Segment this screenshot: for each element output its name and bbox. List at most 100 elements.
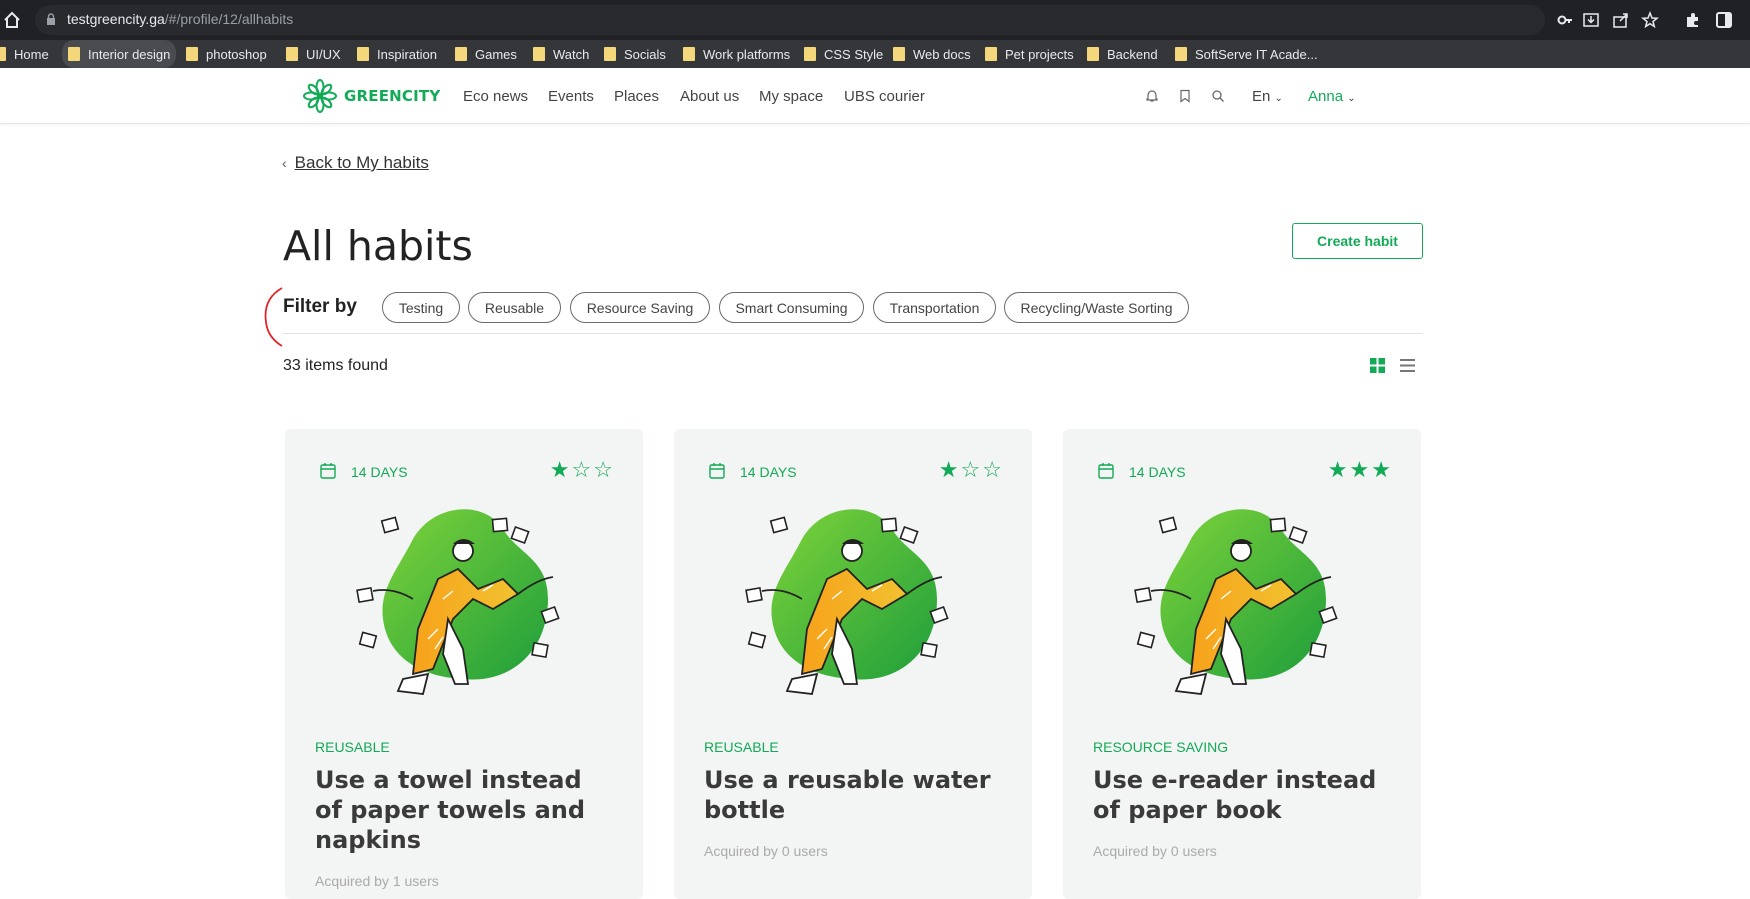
nav-my-space[interactable]: My space (759, 88, 823, 105)
bookmark-item[interactable]: Interior design (62, 40, 177, 68)
bookmark-item[interactable]: Home (0, 40, 49, 68)
bookmark-item[interactable]: Socials (604, 40, 666, 68)
bookmark-label: Work platforms (703, 46, 791, 62)
filter-chip-smart-consuming[interactable]: Smart Consuming (719, 292, 864, 323)
star-filled-icon: ★ (549, 458, 570, 483)
habit-card[interactable]: 14 DAYS ★ ★ ★ RESOURCE SAVING Use e-reader… (1063, 429, 1421, 899)
extensions-icon[interactable] (1684, 11, 1702, 29)
install-icon[interactable] (1582, 11, 1600, 29)
star-filled-icon: ★ (1327, 458, 1348, 483)
habit-title[interactable]: Use a reusable water bottle (704, 765, 1004, 825)
star-empty-icon: ☆ (571, 458, 592, 483)
star-empty-icon: ☆ (960, 458, 981, 483)
lock-icon[interactable] (46, 13, 56, 25)
bookmark-item[interactable]: Watch (533, 40, 589, 68)
habit-title[interactable]: Use e-reader instead of paper book (1093, 765, 1393, 825)
filter-label: Filter by (283, 296, 357, 317)
greencity-logo-icon (303, 79, 337, 113)
url-host: testgreencity.ga (67, 11, 165, 27)
create-habit-button[interactable]: Create habit (1292, 223, 1423, 259)
folder-icon (68, 47, 80, 61)
chevron-down-icon: ⌄ (1347, 93, 1356, 104)
bookmark-label: Pet projects (1005, 46, 1074, 62)
nav-eco-news[interactable]: Eco news (463, 88, 528, 105)
url-text[interactable]: testgreencity.ga/#/profile/12/allhabits (67, 11, 293, 27)
list-view-icon[interactable] (1400, 358, 1415, 373)
star-filled-icon: ★ (1371, 458, 1391, 483)
bookmark-label: Socials (624, 46, 666, 62)
habit-title[interactable]: Use a towel instead of paper towels and … (315, 765, 615, 855)
bookmark-item[interactable]: Games (455, 40, 517, 68)
user-menu[interactable]: Anna ⌄ (1308, 88, 1356, 105)
habit-category: REUSABLE (315, 739, 390, 755)
share-icon[interactable] (1612, 11, 1630, 29)
bookmark-item[interactable]: CSS Style (804, 40, 883, 68)
nav-events[interactable]: Events (548, 88, 594, 105)
bookmark-item[interactable]: photoshop (186, 40, 267, 68)
bookmark-label: Home (14, 46, 49, 62)
habit-illustration (745, 508, 949, 695)
folder-icon (893, 47, 905, 61)
back-link[interactable]: ‹ Back to My habits (282, 153, 429, 173)
filter-chip-resource-saving[interactable]: Resource Saving (570, 292, 710, 323)
star-filled-icon: ★ (938, 458, 959, 483)
back-link-label: Back to My habits (294, 153, 429, 172)
bookmark-label: Games (475, 46, 517, 62)
bookmark-item[interactable]: SoftServe IT Acade... (1175, 40, 1318, 68)
habit-rating: ★ ☆ ☆ (939, 460, 1002, 482)
grid-view-icon[interactable] (1370, 358, 1385, 373)
bookmark-label: Watch (553, 46, 590, 62)
folder-icon (533, 47, 545, 61)
habit-category: REUSABLE (704, 739, 779, 755)
filter-chip-testing[interactable]: Testing (382, 292, 460, 323)
language-selector[interactable]: En ⌄ (1252, 88, 1283, 105)
bookmark-icon[interactable] (1178, 89, 1192, 103)
star-filled-icon: ★ (1349, 458, 1370, 483)
nav-ubs-courier[interactable]: UBS courier (844, 88, 925, 105)
folder-icon (1087, 47, 1099, 61)
folder-icon (286, 47, 298, 61)
bookmark-label: Interior design (88, 46, 171, 62)
bookmark-item[interactable]: Web docs (893, 40, 971, 68)
search-icon[interactable] (1211, 89, 1225, 103)
star-empty-icon: ☆ (593, 458, 613, 483)
bookmark-label: Web docs (913, 46, 971, 62)
items-found: 33 items found (283, 357, 388, 374)
nav-places[interactable]: Places (614, 88, 659, 105)
habit-card[interactable]: 14 DAYS ★ ☆ ☆ REUSABLE Use a reusable wate… (674, 429, 1032, 899)
bookmark-label: CSS Style (824, 46, 884, 62)
habit-duration: 14 DAYS (1129, 464, 1186, 480)
bookmark-item[interactable]: Work platforms (683, 40, 790, 68)
bookmark-label: UI/UX (306, 46, 341, 62)
filter-chip-reusable[interactable]: Reusable (468, 292, 561, 323)
bookmark-label: Backend (1107, 46, 1158, 62)
folder-icon (0, 47, 6, 61)
user-name: Anna (1308, 88, 1344, 105)
habit-card[interactable]: 14 DAYS ★ ☆ ☆ REUSABLE Use a towel instead… (285, 429, 643, 899)
folder-icon (985, 47, 997, 61)
bookmark-item[interactable]: Backend (1087, 40, 1158, 68)
bell-icon[interactable] (1145, 89, 1159, 103)
nav-about-us[interactable]: About us (680, 88, 739, 105)
key-icon[interactable] (1556, 11, 1574, 29)
filter-chip-transportation[interactable]: Transportation (873, 292, 996, 323)
habit-rating: ★ ☆ ☆ (550, 460, 613, 482)
calendar-icon (709, 463, 725, 479)
bookmark-item[interactable]: Pet projects (985, 40, 1074, 68)
folder-icon (683, 47, 695, 61)
bookmark-item[interactable]: Inspiration (357, 40, 437, 68)
star-icon[interactable] (1641, 11, 1659, 29)
filter-chip-recycling[interactable]: Recycling/Waste Sorting (1004, 292, 1189, 323)
habit-acquired: Acquired by 0 users (704, 843, 828, 859)
folder-icon (455, 47, 467, 61)
star-empty-icon: ☆ (982, 458, 1002, 483)
divider (283, 333, 1423, 334)
bookmark-item[interactable]: UI/UX (286, 40, 341, 68)
home-icon[interactable] (2, 10, 22, 30)
sidebar-icon[interactable] (1715, 11, 1733, 29)
habit-acquired: Acquired by 0 users (1093, 843, 1217, 859)
greencity-logo[interactable]: GREENCITY (302, 78, 440, 114)
habit-duration: 14 DAYS (740, 464, 797, 480)
language-label: En (1252, 88, 1271, 105)
calendar-icon (1098, 463, 1114, 479)
